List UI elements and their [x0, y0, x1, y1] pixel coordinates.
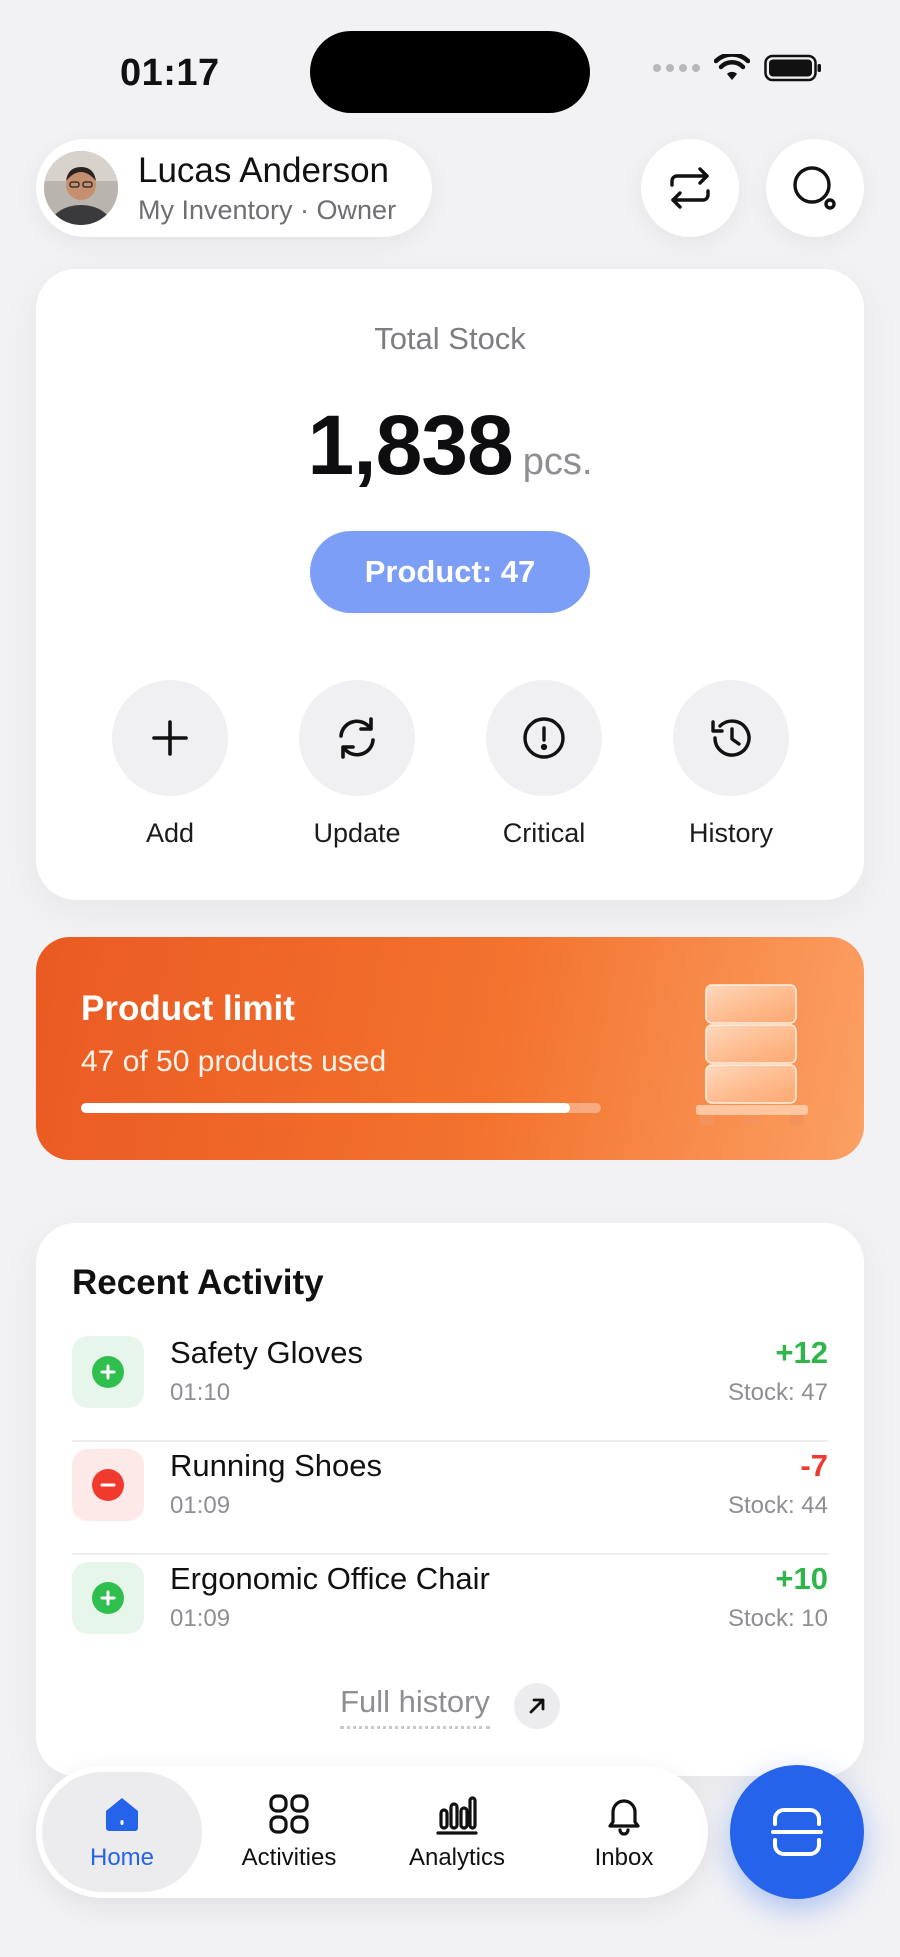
bell-icon — [608, 1799, 640, 1836]
wifi-icon — [714, 54, 750, 80]
tab-label: Activities — [241, 1844, 337, 1871]
stock-in-icon — [72, 1562, 144, 1634]
activity-row[interactable]: Running Shoes 01:09 -7 Stock: 44 — [72, 1442, 828, 1555]
critical-action-button[interactable]: Critical — [464, 680, 624, 849]
battery-icon — [764, 54, 821, 82]
pallet-boxes-icon — [696, 984, 808, 1125]
add-action-button[interactable]: Add — [90, 680, 250, 849]
refresh-icon — [339, 717, 375, 759]
tab-label: Inbox — [594, 1844, 654, 1871]
dynamic-island — [310, 31, 590, 113]
activity-row[interactable]: Ergonomic Office Chair 01:09 +10 Stock: … — [72, 1555, 828, 1668]
switch-inventory-button[interactable] — [641, 139, 739, 237]
product-count-pill[interactable]: Product: 47 — [310, 531, 590, 613]
arrow-up-right-icon[interactable] — [513, 1683, 560, 1729]
avatar — [44, 151, 118, 225]
limit-title: Product limit — [81, 989, 295, 1028]
action-label: Update — [313, 818, 401, 848]
status-time: 01:17 — [120, 52, 220, 94]
activity-list: Safety Gloves 01:10 +12 Stock: 47 Runnin… — [72, 1329, 828, 1668]
user-profile-pill[interactable]: Lucas Anderson My Inventory · Owner — [36, 139, 432, 237]
activity-delta: -7 — [800, 1448, 828, 1483]
history-action-button[interactable]: History — [651, 680, 811, 849]
stock-number: 1,838 — [307, 398, 514, 492]
recent-activity-title: Recent Activity — [72, 1263, 324, 1302]
activity-row[interactable]: Safety Gloves 01:10 +12 Stock: 47 — [72, 1329, 828, 1442]
home-icon — [106, 1798, 138, 1831]
repeat-arrows-icon — [670, 167, 710, 209]
history-icon — [711, 719, 751, 757]
full-history-link[interactable]: Full history — [36, 1683, 864, 1729]
scan-icon — [771, 1808, 823, 1856]
activity-time: 01:09 — [170, 1605, 231, 1632]
alert-circle-icon — [523, 717, 565, 759]
stock-out-icon — [72, 1449, 144, 1521]
activity-product-name: Running Shoes — [170, 1448, 382, 1483]
plus-icon — [152, 720, 188, 756]
grid-icon — [269, 1794, 309, 1834]
product-limit-card[interactable]: Product limit 47 of 50 products used — [36, 937, 864, 1160]
stock-in-icon — [72, 1336, 144, 1408]
status-icons — [653, 54, 822, 82]
activity-stock: Stock: 10 — [727, 1605, 828, 1632]
full-history-label[interactable]: Full history — [340, 1684, 490, 1729]
signal-icon — [653, 64, 700, 72]
tab-inbox[interactable]: Inbox — [544, 1772, 704, 1892]
total-stock-label: Total Stock — [374, 321, 526, 356]
update-action-button[interactable]: Update — [277, 680, 437, 849]
activity-stock: Stock: 44 — [727, 1492, 828, 1519]
total-stock-value: 1,838 pcs. — [36, 397, 864, 494]
activity-product-name: Safety Gloves — [170, 1335, 363, 1370]
limit-progress-track — [81, 1103, 601, 1113]
action-label: Add — [145, 818, 195, 848]
recent-activity-card: Recent Activity Safety Gloves 01:10 +12 … — [36, 1223, 864, 1776]
activity-stock: Stock: 47 — [727, 1379, 828, 1406]
total-stock-card: Total Stock 1,838 pcs. Product: 47 Add Up… — [36, 269, 864, 900]
activity-time: 01:09 — [170, 1492, 231, 1519]
bottom-tab-bar: Home Activities Analytics Inbox — [36, 1766, 708, 1898]
user-subtitle: My Inventory · Owner — [138, 194, 397, 225]
tab-analytics[interactable]: Analytics — [377, 1772, 537, 1892]
activity-delta: +10 — [775, 1561, 828, 1596]
scan-button[interactable] — [730, 1765, 864, 1899]
tab-activities[interactable]: Activities — [209, 1772, 369, 1892]
action-label: History — [688, 818, 773, 848]
user-name: Lucas Anderson — [138, 150, 390, 190]
search-icon — [793, 166, 836, 210]
tab-label: Home — [89, 1844, 155, 1871]
action-label: Critical — [502, 818, 586, 848]
activity-product-name: Ergonomic Office Chair — [170, 1561, 490, 1596]
bar-chart-icon — [436, 1796, 478, 1835]
limit-progress-fill — [81, 1103, 570, 1113]
stock-unit: pcs. — [522, 441, 593, 483]
activity-delta: +12 — [775, 1335, 828, 1370]
limit-subtitle: 47 of 50 products used — [81, 1045, 387, 1078]
tab-label: Analytics — [408, 1844, 506, 1871]
tab-home[interactable]: Home — [42, 1772, 202, 1892]
search-button[interactable] — [766, 139, 864, 237]
activity-time: 01:10 — [170, 1379, 231, 1406]
